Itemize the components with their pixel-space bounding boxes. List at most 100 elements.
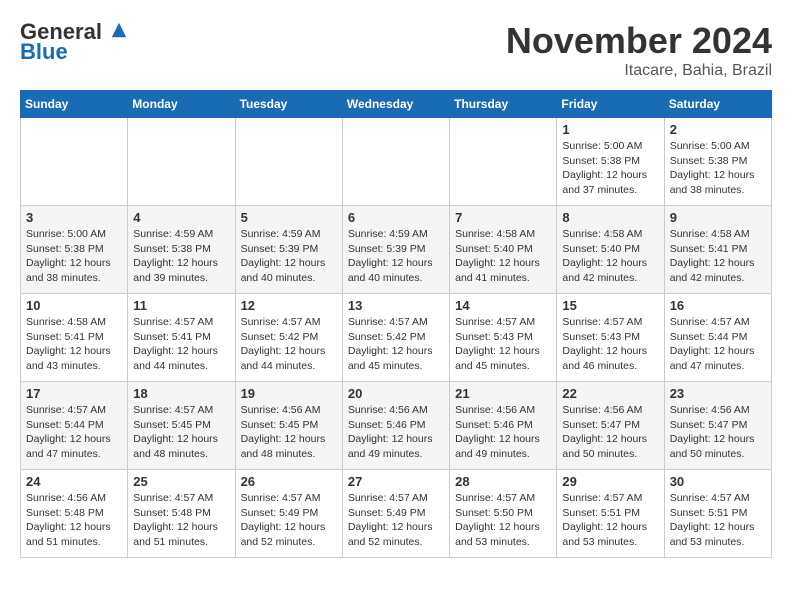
day-number: 25 <box>133 474 229 489</box>
calendar-cell: 5 Sunrise: 4:59 AMSunset: 5:39 PMDaylight… <box>235 206 342 294</box>
weekday-header-thursday: Thursday <box>450 91 557 118</box>
day-number: 13 <box>348 298 444 313</box>
day-number: 16 <box>670 298 766 313</box>
calendar-cell: 10 Sunrise: 4:58 AMSunset: 5:41 PMDayligh… <box>21 294 128 382</box>
day-info: Sunrise: 4:56 AMSunset: 5:46 PMDaylight:… <box>455 403 551 462</box>
title-block: November 2024 Itacare, Bahia, Brazil <box>506 20 772 80</box>
weekday-header-monday: Monday <box>128 91 235 118</box>
day-number: 26 <box>241 474 337 489</box>
calendar-cell: 9 Sunrise: 4:58 AMSunset: 5:41 PMDaylight… <box>664 206 771 294</box>
weekday-header-friday: Friday <box>557 91 664 118</box>
day-info: Sunrise: 4:59 AMSunset: 5:38 PMDaylight:… <box>133 227 229 286</box>
calendar-cell: 26 Sunrise: 4:57 AMSunset: 5:49 PMDayligh… <box>235 470 342 558</box>
day-number: 29 <box>562 474 658 489</box>
logo: General Blue <box>20 20 128 64</box>
calendar-cell: 30 Sunrise: 4:57 AMSunset: 5:51 PMDayligh… <box>664 470 771 558</box>
calendar-cell: 25 Sunrise: 4:57 AMSunset: 5:48 PMDayligh… <box>128 470 235 558</box>
day-number: 30 <box>670 474 766 489</box>
day-number: 20 <box>348 386 444 401</box>
weekday-header-row: SundayMondayTuesdayWednesdayThursdayFrid… <box>21 91 772 118</box>
calendar-week-row: 3 Sunrise: 5:00 AMSunset: 5:38 PMDaylight… <box>21 206 772 294</box>
calendar-cell: 27 Sunrise: 4:57 AMSunset: 5:49 PMDayligh… <box>342 470 449 558</box>
day-number: 9 <box>670 210 766 225</box>
calendar-cell: 15 Sunrise: 4:57 AMSunset: 5:43 PMDayligh… <box>557 294 664 382</box>
calendar-cell: 8 Sunrise: 4:58 AMSunset: 5:40 PMDaylight… <box>557 206 664 294</box>
day-info: Sunrise: 4:57 AMSunset: 5:43 PMDaylight:… <box>455 315 551 374</box>
calendar-cell: 14 Sunrise: 4:57 AMSunset: 5:43 PMDayligh… <box>450 294 557 382</box>
day-number: 27 <box>348 474 444 489</box>
day-info: Sunrise: 4:56 AMSunset: 5:47 PMDaylight:… <box>562 403 658 462</box>
month-title: November 2024 <box>506 20 772 62</box>
day-info: Sunrise: 4:57 AMSunset: 5:50 PMDaylight:… <box>455 491 551 550</box>
calendar-cell: 13 Sunrise: 4:57 AMSunset: 5:42 PMDayligh… <box>342 294 449 382</box>
day-number: 19 <box>241 386 337 401</box>
calendar-week-row: 1Sunrise: 5:00 AMSunset: 5:38 PMDaylight… <box>21 118 772 206</box>
day-info: Sunrise: 4:57 AMSunset: 5:41 PMDaylight:… <box>133 315 229 374</box>
day-info: Sunrise: 4:57 AMSunset: 5:49 PMDaylight:… <box>241 491 337 550</box>
weekday-header-wednesday: Wednesday <box>342 91 449 118</box>
day-info: Sunrise: 4:58 AMSunset: 5:40 PMDaylight:… <box>455 227 551 286</box>
day-info: Sunrise: 4:59 AMSunset: 5:39 PMDaylight:… <box>348 227 444 286</box>
day-number: 24 <box>26 474 122 489</box>
day-info: Sunrise: 4:57 AMSunset: 5:43 PMDaylight:… <box>562 315 658 374</box>
day-info: Sunrise: 5:00 AMSunset: 5:38 PMDaylight:… <box>562 139 658 198</box>
calendar-cell: 11 Sunrise: 4:57 AMSunset: 5:41 PMDayligh… <box>128 294 235 382</box>
day-info: Sunrise: 4:56 AMSunset: 5:46 PMDaylight:… <box>348 403 444 462</box>
calendar-cell: 28 Sunrise: 4:57 AMSunset: 5:50 PMDayligh… <box>450 470 557 558</box>
day-number: 2 <box>670 122 766 137</box>
day-info: Sunrise: 4:59 AMSunset: 5:39 PMDaylight:… <box>241 227 337 286</box>
day-number: 15 <box>562 298 658 313</box>
calendar-week-row: 24 Sunrise: 4:56 AMSunset: 5:48 PMDayligh… <box>21 470 772 558</box>
calendar-cell: 6 Sunrise: 4:59 AMSunset: 5:39 PMDaylight… <box>342 206 449 294</box>
calendar-cell: 20 Sunrise: 4:56 AMSunset: 5:46 PMDayligh… <box>342 382 449 470</box>
day-info: Sunrise: 4:58 AMSunset: 5:41 PMDaylight:… <box>670 227 766 286</box>
day-info: Sunrise: 4:57 AMSunset: 5:48 PMDaylight:… <box>133 491 229 550</box>
calendar-cell: 19 Sunrise: 4:56 AMSunset: 5:45 PMDayligh… <box>235 382 342 470</box>
day-number: 6 <box>348 210 444 225</box>
calendar-cell: 4 Sunrise: 4:59 AMSunset: 5:38 PMDaylight… <box>128 206 235 294</box>
day-number: 21 <box>455 386 551 401</box>
calendar-cell: 22Sunrise: 4:56 AMSunset: 5:47 PMDayligh… <box>557 382 664 470</box>
location-subtitle: Itacare, Bahia, Brazil <box>506 62 772 80</box>
day-info: Sunrise: 4:57 AMSunset: 5:51 PMDaylight:… <box>562 491 658 550</box>
day-info: Sunrise: 4:56 AMSunset: 5:47 PMDaylight:… <box>670 403 766 462</box>
calendar-week-row: 17 Sunrise: 4:57 AMSunset: 5:44 PMDayligh… <box>21 382 772 470</box>
calendar-week-row: 10 Sunrise: 4:58 AMSunset: 5:41 PMDayligh… <box>21 294 772 382</box>
calendar-cell: 18Sunrise: 4:57 AMSunset: 5:45 PMDayligh… <box>128 382 235 470</box>
day-number: 23 <box>670 386 766 401</box>
day-info: Sunrise: 4:57 AMSunset: 5:49 PMDaylight:… <box>348 491 444 550</box>
calendar-cell: 21 Sunrise: 4:56 AMSunset: 5:46 PMDayligh… <box>450 382 557 470</box>
day-number: 17 <box>26 386 122 401</box>
day-info: Sunrise: 4:58 AMSunset: 5:40 PMDaylight:… <box>562 227 658 286</box>
calendar-cell: 2 Sunrise: 5:00 AMSunset: 5:38 PMDaylight… <box>664 118 771 206</box>
day-number: 10 <box>26 298 122 313</box>
day-number: 3 <box>26 210 122 225</box>
day-number: 28 <box>455 474 551 489</box>
day-info: Sunrise: 5:00 AMSunset: 5:38 PMDaylight:… <box>670 139 766 198</box>
day-info: Sunrise: 4:56 AMSunset: 5:48 PMDaylight:… <box>26 491 122 550</box>
calendar-cell: 24 Sunrise: 4:56 AMSunset: 5:48 PMDayligh… <box>21 470 128 558</box>
day-info: Sunrise: 4:57 AMSunset: 5:51 PMDaylight:… <box>670 491 766 550</box>
calendar-cell: 16 Sunrise: 4:57 AMSunset: 5:44 PMDayligh… <box>664 294 771 382</box>
day-info: Sunrise: 4:57 AMSunset: 5:44 PMDaylight:… <box>26 403 122 462</box>
day-info: Sunrise: 5:00 AMSunset: 5:38 PMDaylight:… <box>26 227 122 286</box>
day-info: Sunrise: 4:57 AMSunset: 5:44 PMDaylight:… <box>670 315 766 374</box>
day-number: 4 <box>133 210 229 225</box>
calendar-cell: 17 Sunrise: 4:57 AMSunset: 5:44 PMDayligh… <box>21 382 128 470</box>
logo-triangle-icon <box>110 21 128 39</box>
weekday-header-sunday: Sunday <box>21 91 128 118</box>
day-number: 8 <box>562 210 658 225</box>
day-info: Sunrise: 4:56 AMSunset: 5:45 PMDaylight:… <box>241 403 337 462</box>
day-info: Sunrise: 4:58 AMSunset: 5:41 PMDaylight:… <box>26 315 122 374</box>
calendar-cell: 12Sunrise: 4:57 AMSunset: 5:42 PMDayligh… <box>235 294 342 382</box>
calendar-cell: 3 Sunrise: 5:00 AMSunset: 5:38 PMDaylight… <box>21 206 128 294</box>
calendar-cell: 1Sunrise: 5:00 AMSunset: 5:38 PMDaylight… <box>557 118 664 206</box>
page-header: General Blue November 2024 Itacare, Bahi… <box>20 20 772 80</box>
day-number: 5 <box>241 210 337 225</box>
day-number: 14 <box>455 298 551 313</box>
day-info: Sunrise: 4:57 AMSunset: 5:42 PMDaylight:… <box>348 315 444 374</box>
calendar-cell <box>450 118 557 206</box>
weekday-header-tuesday: Tuesday <box>235 91 342 118</box>
day-number: 11 <box>133 298 229 313</box>
weekday-header-saturday: Saturday <box>664 91 771 118</box>
